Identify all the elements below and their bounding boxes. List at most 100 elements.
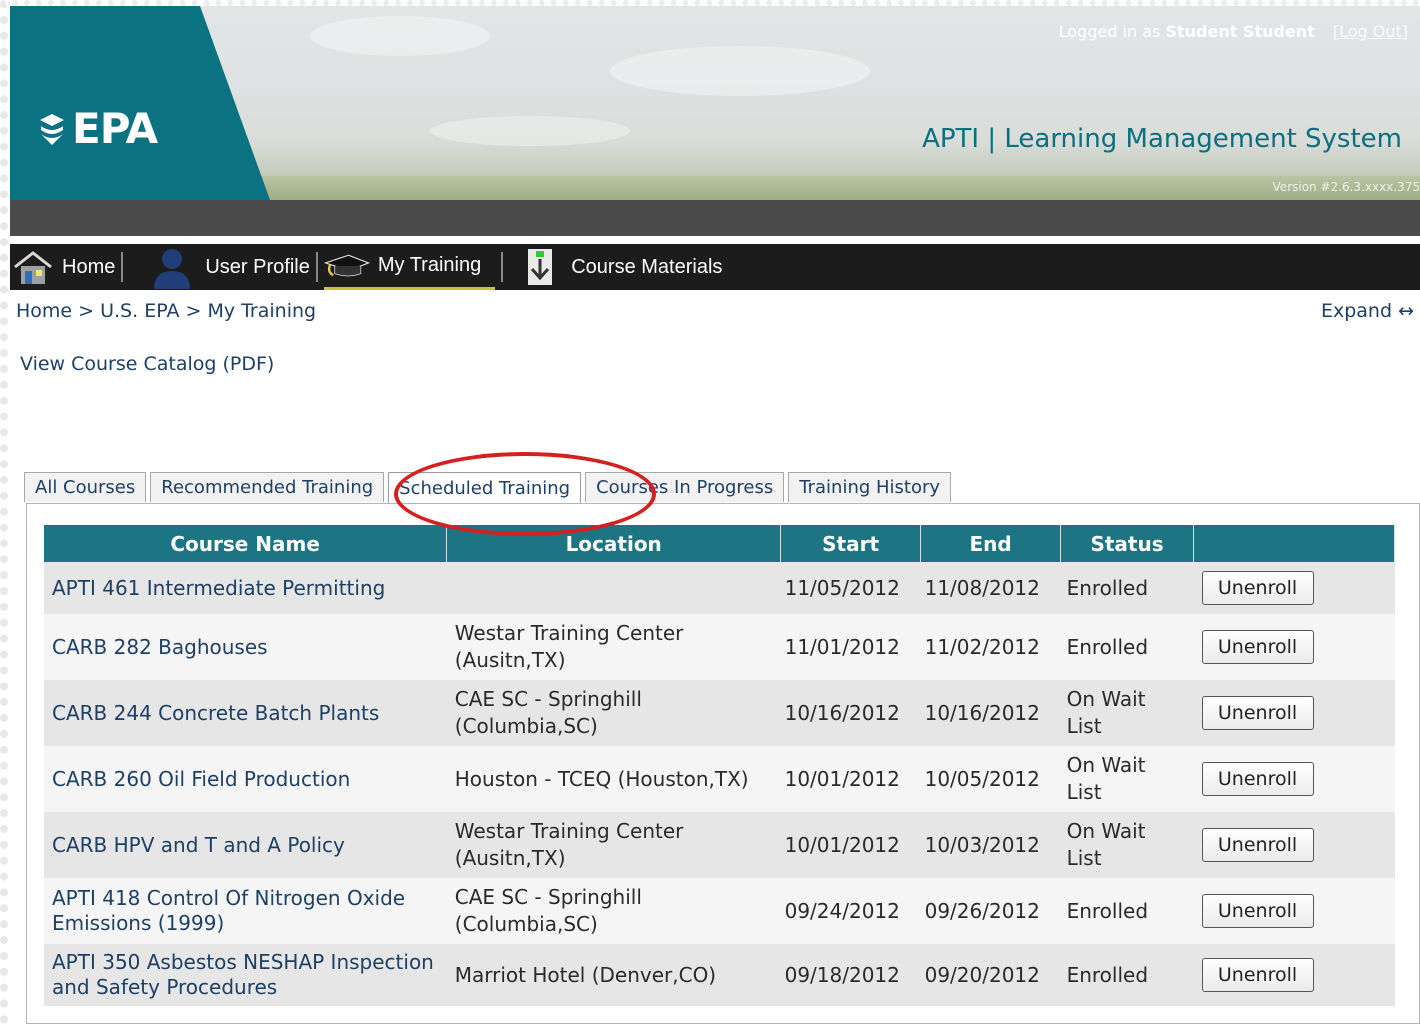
action-cell: Unenroll xyxy=(1193,746,1395,812)
training-tabs: All Courses Recommended Training Schedul… xyxy=(24,472,955,504)
version-label: Version #2.6.3.xxxx.375 xyxy=(1272,180,1420,194)
table-row: APTI 350 Asbestos NESHAP Inspection and … xyxy=(44,944,1395,1006)
unenroll-button[interactable]: Unenroll xyxy=(1201,571,1314,605)
end-date-cell: 09/26/2012 xyxy=(920,878,1061,944)
action-cell: Unenroll xyxy=(1193,614,1395,680)
nav-home-label: Home xyxy=(62,255,116,278)
epa-seal-icon xyxy=(40,113,64,145)
login-status: Logged in as Student Student [Log Out] xyxy=(1059,22,1408,41)
column-header-end[interactable]: End xyxy=(920,525,1062,562)
unenroll-button[interactable]: Unenroll xyxy=(1201,696,1314,730)
course-name-cell[interactable]: CARB 244 Concrete Batch Plants xyxy=(44,680,447,746)
action-cell: Unenroll xyxy=(1193,812,1395,878)
nav-divider xyxy=(501,252,504,282)
unenroll-button[interactable]: Unenroll xyxy=(1201,958,1314,992)
table-row: CARB 282 Baghouses Westar Training Cente… xyxy=(44,614,1395,680)
column-header-status[interactable]: Status xyxy=(1060,525,1195,562)
app-title: APTI | Learning Management System xyxy=(922,124,1402,154)
location-cell: CAE SC - Springhill (Columbia,SC) xyxy=(446,878,781,944)
status-cell: On Wait List xyxy=(1060,746,1194,812)
tab-all-courses[interactable]: All Courses xyxy=(24,472,147,502)
end-date-cell: 10/16/2012 xyxy=(920,680,1061,746)
start-date-cell: 11/05/2012 xyxy=(780,562,921,614)
start-date-cell: 09/18/2012 xyxy=(780,944,921,1006)
epa-logo[interactable]: EPA xyxy=(38,104,158,153)
cloud-decoration xyxy=(430,116,630,146)
course-name-cell[interactable]: CARB 260 Oil Field Production xyxy=(44,746,447,812)
logout-link[interactable]: [Log Out] xyxy=(1333,22,1408,41)
login-prefix: Logged in as xyxy=(1058,22,1166,41)
user-icon xyxy=(149,247,195,289)
start-date-cell: 11/01/2012 xyxy=(780,614,921,680)
nav-divider xyxy=(315,252,318,282)
column-header-course-name[interactable]: Course Name xyxy=(44,525,448,562)
table-row: APTI 418 Control Of Nitrogen Oxide Emiss… xyxy=(44,878,1395,944)
action-cell: Unenroll xyxy=(1193,562,1395,614)
tab-scheduled-training[interactable]: Scheduled Training xyxy=(388,472,582,504)
nav-home[interactable]: Home xyxy=(10,244,115,290)
home-icon xyxy=(10,247,56,287)
logo-text: EPA xyxy=(72,104,158,153)
nav-course-materials[interactable]: Course Materials xyxy=(517,244,722,290)
status-cell: On Wait List xyxy=(1060,680,1194,746)
column-header-location[interactable]: Location xyxy=(446,525,782,562)
status-cell: On Wait List xyxy=(1060,812,1194,878)
table-header-row: Course Name Location Start End Status xyxy=(44,525,1395,562)
end-date-cell: 10/05/2012 xyxy=(920,746,1061,812)
main-nav: Home User Profile My Training Course Mat… xyxy=(10,244,1420,290)
status-cell: Enrolled xyxy=(1060,614,1194,680)
location-cell: Houston - TCEQ (Houston,TX) xyxy=(446,746,781,812)
breadcrumb[interactable]: Home > U.S. EPA > My Training xyxy=(16,300,316,322)
status-cell: Enrolled xyxy=(1060,562,1194,614)
tab-courses-in-progress[interactable]: Courses In Progress xyxy=(585,472,785,502)
column-header-start[interactable]: Start xyxy=(780,525,922,562)
nav-course-materials-label: Course Materials xyxy=(571,255,723,278)
tab-recommended-training[interactable]: Recommended Training xyxy=(150,472,385,502)
table-row: CARB HPV and T and A Policy Westar Train… xyxy=(44,812,1395,878)
start-date-cell: 10/16/2012 xyxy=(780,680,921,746)
download-icon xyxy=(517,247,563,287)
unenroll-button[interactable]: Unenroll xyxy=(1201,894,1314,928)
unenroll-button[interactable]: Unenroll xyxy=(1201,828,1314,862)
unenroll-button[interactable]: Unenroll xyxy=(1201,762,1314,796)
view-course-catalog-link[interactable]: View Course Catalog (PDF) xyxy=(20,353,274,375)
nav-my-training[interactable]: My Training xyxy=(323,244,496,290)
location-cell: CAE SC - Springhill (Columbia,SC) xyxy=(446,680,781,746)
course-name-cell[interactable]: CARB HPV and T and A Policy xyxy=(44,812,447,878)
header-banner: EPA Logged in as Student Student [Log Out… xyxy=(10,6,1420,200)
table-row: CARB 260 Oil Field Production Houston - … xyxy=(44,746,1395,812)
unenroll-button[interactable]: Unenroll xyxy=(1201,630,1314,664)
location-cell: Marriot Hotel (Denver,CO) xyxy=(446,944,781,1006)
end-date-cell: 10/03/2012 xyxy=(920,812,1061,878)
action-cell: Unenroll xyxy=(1193,944,1395,1006)
location-cell: Westar Training Center (Ausitn,TX) xyxy=(446,812,781,878)
nav-user-profile[interactable]: User Profile xyxy=(149,244,310,290)
scheduled-training-table: Course Name Location Start End Status AP… xyxy=(44,525,1395,1006)
nav-my-training-label: My Training xyxy=(377,254,482,276)
course-name-cell[interactable]: APTI 461 Intermediate Permitting xyxy=(44,562,447,614)
nav-user-profile-label: User Profile xyxy=(205,255,310,278)
course-name-cell[interactable]: APTI 418 Control Of Nitrogen Oxide Emiss… xyxy=(44,878,447,944)
nav-divider xyxy=(121,252,124,282)
header-strip xyxy=(10,200,1420,236)
start-date-cell: 10/01/2012 xyxy=(780,812,921,878)
action-cell: Unenroll xyxy=(1193,878,1395,944)
table-row: APTI 461 Intermediate Permitting 11/05/2… xyxy=(44,562,1395,614)
expand-link[interactable]: Expand ↔ xyxy=(1321,300,1414,322)
brand-panel xyxy=(10,6,270,200)
tab-training-history[interactable]: Training History xyxy=(788,472,952,502)
table-row: CARB 244 Concrete Batch Plants CAE SC - … xyxy=(44,680,1395,746)
cloud-decoration xyxy=(310,16,490,56)
status-cell: Enrolled xyxy=(1060,878,1194,944)
start-date-cell: 09/24/2012 xyxy=(780,878,921,944)
end-date-cell: 11/08/2012 xyxy=(920,562,1061,614)
course-name-cell[interactable]: APTI 350 Asbestos NESHAP Inspection and … xyxy=(44,944,447,1006)
course-name-cell[interactable]: CARB 282 Baghouses xyxy=(44,614,447,680)
start-date-cell: 10/01/2012 xyxy=(780,746,921,812)
column-header-action xyxy=(1193,525,1395,562)
end-date-cell: 11/02/2012 xyxy=(920,614,1061,680)
graduation-cap-icon xyxy=(323,246,370,286)
location-cell xyxy=(446,562,781,614)
end-date-cell: 09/20/2012 xyxy=(920,944,1061,1006)
login-username: Student Student xyxy=(1165,22,1315,41)
